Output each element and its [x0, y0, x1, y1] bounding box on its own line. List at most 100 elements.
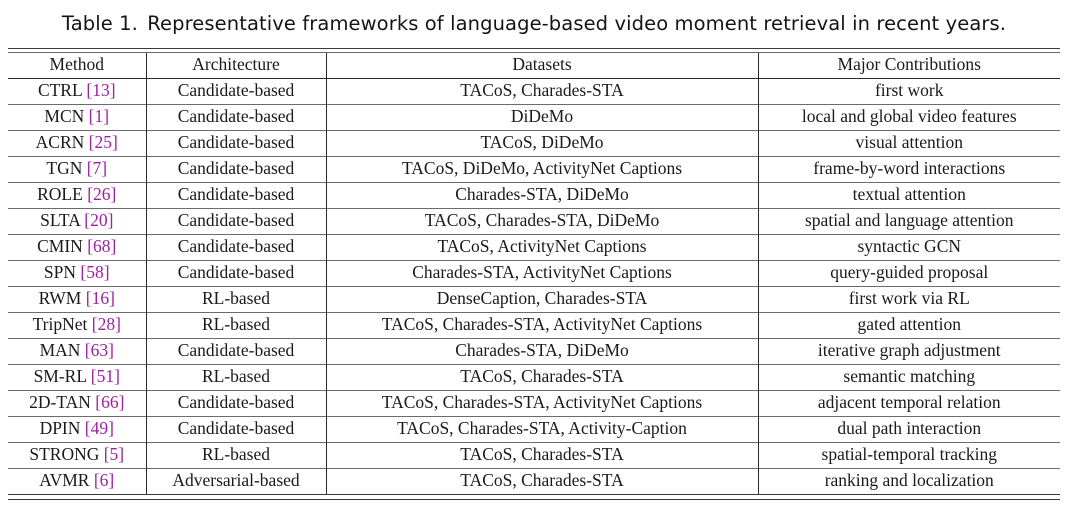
frameworks-table: Method Architecture Datasets Major Contr…	[8, 52, 1060, 494]
table-row: SPN [58] Candidate-based Charades-STA, Act…	[8, 260, 1060, 286]
cell-contribution: local and global video features	[757, 104, 1060, 130]
cell-datasets: DiDeMo	[325, 104, 758, 130]
table-body: CTRL [13] Candidate-based TACoS, Charades-…	[8, 78, 1060, 494]
cell-contribution: gated attention	[757, 312, 1060, 338]
table-caption-number: Table 1.	[61, 12, 138, 35]
citation-link[interactable]: [6]	[94, 470, 114, 490]
table-bottom-rule	[8, 493, 1060, 500]
method-name: STRONG	[29, 444, 100, 465]
cell-datasets: TACoS, Charades-STA, ActivityNet Caption…	[325, 312, 758, 338]
method-name: SLTA	[40, 210, 80, 231]
column-header-contributions: Major Contributions	[757, 52, 1060, 78]
table-row: RWM [16] RL-based DenseCaption, Charades-S…	[8, 286, 1060, 312]
cell-method: STRONG [5]	[8, 442, 146, 468]
method-name: RWM	[38, 288, 82, 309]
method-name: TripNet	[32, 314, 88, 335]
cell-datasets: DenseCaption, Charades-STA	[325, 286, 758, 312]
table-row: TGN [7] Candidate-based TACoS, DiDeMo, Act…	[8, 156, 1060, 182]
table-row: STRONG [5] RL-based TACoS, Charades-STA spa…	[8, 442, 1060, 468]
cell-contribution: semantic matching	[757, 364, 1060, 390]
cell-architecture: RL-based	[145, 286, 326, 312]
cell-method: SLTA [20]	[8, 208, 146, 234]
cell-datasets: TACoS, ActivityNet Captions	[325, 234, 758, 260]
table-row: DPIN [49] Candidate-based TACoS, Charades-…	[8, 416, 1060, 442]
method-name: TGN	[46, 158, 83, 179]
cell-datasets: TACoS, DiDeMo, ActivityNet Captions	[325, 156, 758, 182]
cell-method: 2D-TAN [66]	[8, 390, 146, 416]
citation-link[interactable]: [51]	[91, 366, 120, 386]
cell-datasets: TACoS, Charades-STA	[325, 468, 758, 494]
cell-contribution: ranking and localization	[757, 468, 1060, 494]
citation-link[interactable]: [1]	[89, 106, 109, 126]
citation-link[interactable]: [7]	[87, 158, 107, 178]
cell-datasets: Charades-STA, ActivityNet Captions	[325, 260, 758, 286]
cell-architecture: Candidate-based	[145, 390, 326, 416]
citation-link[interactable]: [5]	[104, 444, 124, 464]
cell-architecture: Candidate-based	[145, 156, 326, 182]
cell-architecture: Candidate-based	[145, 260, 326, 286]
column-header-method: Method	[49, 54, 104, 75]
table-row: MAN [63] Candidate-based Charades-STA, DiD…	[8, 338, 1060, 364]
table-row: ACRN [25] Candidate-based TACoS, DiDeMo vis…	[8, 130, 1060, 156]
method-name: SPN	[43, 262, 77, 283]
table-figure: Table 1. Representative frameworks of la…	[0, 0, 1068, 517]
cell-datasets: Charades-STA, DiDeMo	[325, 182, 758, 208]
table-header-row: Method Architecture Datasets Major Contr…	[8, 52, 1060, 78]
citation-link[interactable]: [63]	[85, 340, 114, 360]
method-name: ACRN	[35, 132, 85, 153]
citation-link[interactable]: [28]	[92, 314, 121, 334]
cell-architecture: Candidate-based	[145, 416, 326, 442]
method-name: AVMR	[39, 470, 90, 491]
cell-contribution: iterative graph adjustment	[757, 338, 1060, 364]
method-name: MCN	[44, 106, 85, 127]
cell-contribution: first work via RL	[757, 286, 1060, 312]
method-name: SM-RL	[33, 366, 87, 387]
table-row: SM-RL [51] RL-based TACoS, Charades-STA sem…	[8, 364, 1060, 390]
citation-link[interactable]: [58]	[80, 262, 109, 282]
cell-contribution: frame-by-word interactions	[757, 156, 1060, 182]
citation-link[interactable]: [66]	[95, 392, 124, 412]
cell-architecture: Candidate-based	[145, 338, 326, 364]
cell-method: TripNet [28]	[8, 312, 146, 338]
cell-architecture: Adversarial-based	[145, 468, 326, 494]
table-row: CTRL [13] Candidate-based TACoS, Charades-…	[8, 78, 1060, 104]
cell-method: AVMR [6]	[8, 468, 146, 494]
cell-datasets: TACoS, Charades-STA	[325, 364, 758, 390]
citation-link[interactable]: [13]	[86, 80, 115, 100]
cell-method: CMIN [68]	[8, 234, 146, 260]
cell-datasets: TACoS, Charades-STA, Activity-Caption	[325, 416, 758, 442]
cell-architecture: RL-based	[145, 442, 326, 468]
cell-architecture: Candidate-based	[145, 130, 326, 156]
column-header-architecture: Architecture	[145, 52, 326, 78]
cell-method: SM-RL [51]	[8, 364, 146, 390]
citation-link[interactable]: [68]	[87, 236, 116, 256]
cell-datasets: TACoS, Charades-STA, DiDeMo	[325, 208, 758, 234]
table-row: SLTA [20] Candidate-based TACoS, Charades-…	[8, 208, 1060, 234]
cell-contribution: visual attention	[757, 130, 1060, 156]
cell-method: ACRN [25]	[8, 130, 146, 156]
method-name: DPIN	[39, 418, 81, 439]
cell-method: ROLE [26]	[8, 182, 146, 208]
cell-contribution: first work	[757, 78, 1060, 104]
citation-link[interactable]: [26]	[87, 184, 116, 204]
cell-datasets: TACoS, Charades-STA	[325, 442, 758, 468]
citation-link[interactable]: [20]	[84, 210, 113, 230]
cell-contribution: dual path interaction	[757, 416, 1060, 442]
cell-architecture: RL-based	[145, 364, 326, 390]
cell-contribution: syntactic GCN	[757, 234, 1060, 260]
citation-link[interactable]: [25]	[89, 132, 118, 152]
cell-contribution: query-guided proposal	[757, 260, 1060, 286]
citation-link[interactable]: [16]	[86, 288, 115, 308]
table-row: ROLE [26] Candidate-based Charades-STA, Di…	[8, 182, 1060, 208]
citation-link[interactable]: [49]	[85, 418, 114, 438]
cell-architecture: Candidate-based	[145, 104, 326, 130]
cell-architecture: Candidate-based	[145, 78, 326, 104]
cell-method: RWM [16]	[8, 286, 146, 312]
cell-method: SPN [58]	[8, 260, 146, 286]
cell-contribution: spatial and language attention	[757, 208, 1060, 234]
cell-architecture: Candidate-based	[145, 182, 326, 208]
cell-method: CTRL [13]	[8, 78, 146, 104]
table-container: Method Architecture Datasets Major Contr…	[0, 47, 1068, 500]
method-name: MAN	[39, 340, 81, 361]
table-caption: Table 1. Representative frameworks of la…	[0, 0, 1068, 34]
